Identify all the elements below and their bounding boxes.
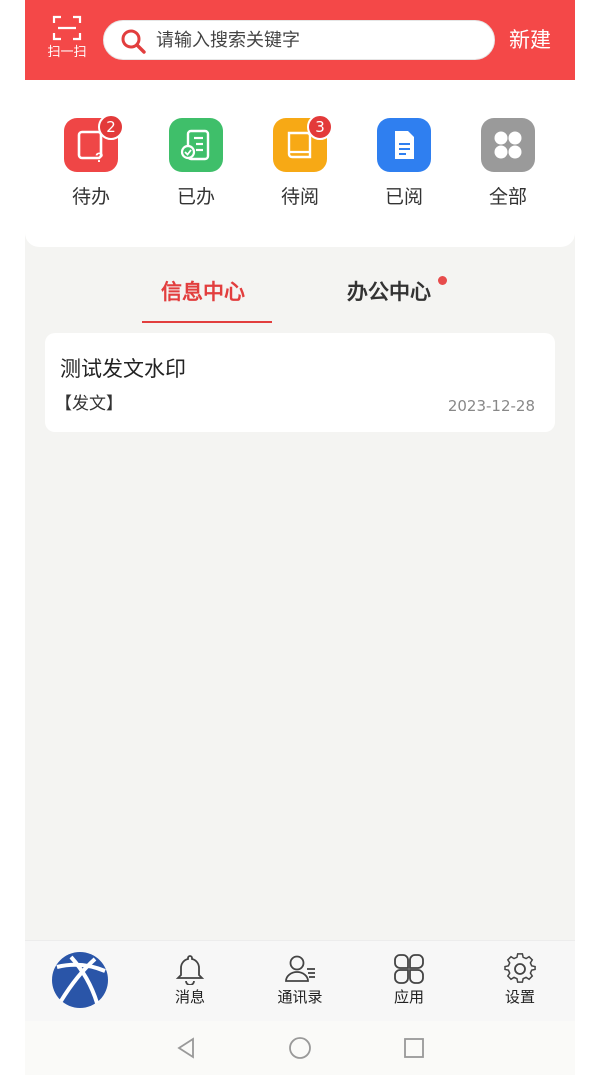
bottom-nav: 消息 通讯录 应用 设置	[25, 940, 575, 1021]
back-icon[interactable]	[175, 1036, 197, 1060]
home-logo[interactable]	[51, 951, 109, 1009]
nav-label-messages: 消息	[174, 988, 205, 1006]
quick-label-read: 已阅	[384, 186, 423, 208]
quick-label-all: 全部	[488, 186, 527, 208]
quick-label-todo: 待办	[71, 186, 110, 208]
nav-settings[interactable]: 设置	[480, 953, 560, 1006]
svg-text:?: ?	[95, 149, 104, 165]
contacts-icon	[285, 955, 315, 982]
scan-icon	[52, 15, 82, 41]
bell-icon	[175, 955, 205, 985]
apps-icon	[394, 954, 424, 984]
done-icon	[169, 118, 223, 172]
new-button[interactable]: 新建	[509, 26, 551, 54]
nav-messages[interactable]: 消息	[150, 953, 230, 1006]
active-tab-indicator	[142, 321, 272, 323]
list-item[interactable]: 测试发文水印 【发文】 2023-12-28	[45, 333, 555, 432]
logo-icon	[52, 952, 108, 1008]
recent-apps-icon[interactable]	[403, 1036, 425, 1060]
quick-item-read[interactable]: 已阅	[364, 118, 444, 208]
todo-icon: ? 2	[64, 114, 124, 172]
app-screen: 扫一扫 请输入搜索关键字 新建 ? 2 待办 已办 3 待阅 已阅 全部 信息中…	[25, 0, 575, 1075]
quick-item-all[interactable]: 全部	[468, 118, 548, 208]
search-input[interactable]: 请输入搜索关键字	[103, 20, 495, 60]
quick-menu: ? 2 待办 已办 3 待阅 已阅 全部	[25, 80, 575, 247]
top-bar: 扫一扫 请输入搜索关键字 新建	[25, 0, 575, 80]
quick-item-todo[interactable]: ? 2 待办	[51, 114, 131, 208]
read-icon	[377, 118, 431, 172]
nav-label-apps: 应用	[393, 988, 424, 1006]
tab-bar: 信息中心 办公中心	[25, 268, 575, 324]
list-item-tag: 【发文】	[55, 394, 123, 414]
list-item-title: 测试发文水印	[60, 357, 186, 381]
nav-contacts[interactable]: 通讯录	[260, 953, 340, 1006]
office-center-dot	[438, 276, 447, 285]
quick-label-to-read: 待阅	[280, 186, 319, 208]
search-placeholder: 请输入搜索关键字	[156, 30, 300, 51]
nav-apps[interactable]: 应用	[369, 953, 449, 1006]
system-nav-bar	[25, 1021, 575, 1075]
nav-label-contacts: 通讯录	[277, 988, 323, 1006]
scan-button[interactable]: 扫一扫	[43, 14, 91, 66]
all-icon	[481, 118, 535, 172]
list-item-date: 2023-12-28	[447, 397, 535, 415]
to-read-icon: 3	[273, 114, 333, 172]
home-circle-icon[interactable]	[288, 1036, 312, 1060]
quick-item-to-read[interactable]: 3 待阅	[260, 114, 340, 208]
search-icon	[121, 29, 146, 54]
tab-info-center[interactable]: 信息中心	[161, 278, 245, 306]
nav-label-settings: 设置	[504, 988, 535, 1006]
gear-icon	[504, 953, 536, 983]
to-read-badge: 3	[307, 114, 333, 140]
tab-office-center[interactable]: 办公中心	[347, 278, 431, 306]
quick-label-done: 已办	[176, 186, 215, 208]
quick-item-done[interactable]: 已办	[156, 118, 236, 208]
scan-label: 扫一扫	[47, 45, 87, 60]
todo-badge: 2	[98, 114, 124, 140]
